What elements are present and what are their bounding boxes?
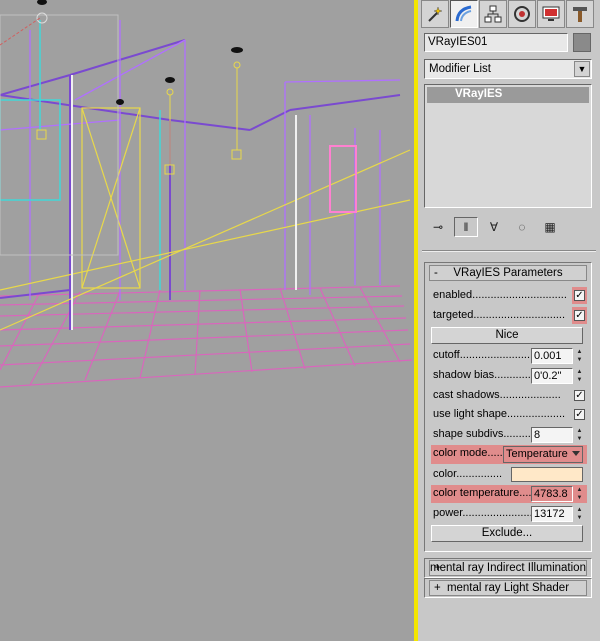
stack-toolbar: ⊸ ‖ ∀ ◌ ▦ <box>426 216 592 238</box>
create-tab[interactable] <box>421 0 449 28</box>
shape-subdivs-spinner[interactable]: ▲ ▼ <box>575 427 584 443</box>
cast-shadows-label: cast shadows.................... <box>433 389 561 401</box>
enabled-row: enabled............................... ✓ <box>431 287 587 304</box>
shadow-bias-label: shadow bias............ <box>433 369 531 381</box>
motion-icon <box>514 6 530 22</box>
color-row: color............... <box>431 466 587 483</box>
cast-shadows-checkbox[interactable]: ✓ <box>574 390 585 401</box>
exclude-button[interactable]: Exclude... <box>431 525 583 542</box>
cast-shadows-row: cast shadows.................... ✓ <box>431 387 587 404</box>
cutoff-input[interactable]: 0.001 <box>531 348 573 364</box>
color-label: color............... <box>433 468 503 480</box>
cutoff-row: cutoff......................... 0.001 ▲ ▼ <box>431 347 587 364</box>
expand-icon: + <box>434 562 441 574</box>
show-end-result-icon[interactable]: ‖ <box>454 217 478 237</box>
power-input[interactable]: 13172 <box>531 506 573 522</box>
targeted-checkbox[interactable]: ✓ <box>574 310 585 321</box>
modifier-list-dropdown[interactable]: Modifier List ▼ <box>424 59 592 79</box>
rollout-title: mental ray Indirect Illumination <box>430 562 586 574</box>
power-label: power........................... <box>433 507 545 519</box>
use-light-shape-row: use light shape................... ✓ <box>431 406 587 423</box>
rollout-title: mental ray Light Shader <box>446 582 570 594</box>
display-icon <box>542 6 560 21</box>
cutoff-spinner[interactable]: ▲ ▼ <box>575 348 584 364</box>
chevron-down-icon <box>572 451 580 456</box>
color-temperature-row: color temperature..... 4783.8 ▲ ▼ <box>431 485 587 503</box>
perspective-viewport[interactable] <box>0 0 414 641</box>
mental-ray-indirect-rollout: + mental ray Indirect Illumination <box>424 558 592 578</box>
mental-ray-light-shader-rollout: + mental ray Light Shader <box>424 578 592 598</box>
divider <box>422 250 596 252</box>
command-panel-tabs <box>421 0 598 30</box>
command-panel: VRayIES01 Modifier List ▼ VRayIES ⊸ ‖ ∀ … <box>418 0 600 641</box>
color-temperature-input[interactable]: 4783.8 <box>531 486 573 502</box>
modify-icon <box>455 5 472 22</box>
create-icon <box>428 6 443 22</box>
targeted-label: targeted.............................. <box>433 309 566 321</box>
shadow-bias-spinner[interactable]: ▲ ▼ <box>575 368 584 384</box>
power-row: power........................... 13172 ▲… <box>431 505 587 522</box>
cutoff-label: cutoff......................... <box>433 349 537 361</box>
enabled-checkbox[interactable]: ✓ <box>574 290 585 301</box>
vrayies-parameters-rollout: - VRayIES Parameters enabled............… <box>424 262 592 552</box>
object-color-swatch[interactable] <box>573 33 591 52</box>
stack-item-vrayies[interactable]: VRayIES <box>427 87 589 103</box>
use-light-shape-label: use light shape................... <box>433 408 566 420</box>
use-light-shape-checkbox[interactable]: ✓ <box>574 409 585 420</box>
utilities-icon <box>573 7 587 22</box>
shadow-bias-input[interactable]: 0'0.2" <box>531 368 573 384</box>
rollout-header[interactable]: + mental ray Light Shader <box>429 580 587 596</box>
motion-tab[interactable] <box>508 0 536 28</box>
modifier-stack[interactable]: VRayIES <box>424 84 592 208</box>
nice-button[interactable]: Nice <box>431 327 583 344</box>
enabled-label: enabled............................... <box>433 289 567 301</box>
chevron-down-icon[interactable]: ▼ <box>574 61 590 77</box>
collapse-icon: - <box>434 267 438 279</box>
shadow-bias-row: shadow bias............ 0'0.2" ▲ ▼ <box>431 367 587 384</box>
color-mode-row: color mode..... Temperature <box>431 445 587 464</box>
modify-tab[interactable] <box>450 0 478 28</box>
utilities-tab[interactable] <box>566 0 594 28</box>
hierarchy-tab[interactable] <box>479 0 507 28</box>
expand-icon: + <box>434 582 441 594</box>
modifier-list-label: Modifier List <box>429 63 491 75</box>
shape-subdivs-label: shape subdivs......... <box>433 428 531 440</box>
color-mode-label: color mode..... <box>433 447 503 459</box>
object-name-field[interactable]: VRayIES01 <box>424 33 568 52</box>
shape-subdivs-row: shape subdivs......... 8 ▲ ▼ <box>431 426 587 443</box>
color-mode-value: Temperature <box>506 448 568 460</box>
rollout-title: VRayIES Parameters <box>453 267 563 279</box>
pin-stack-icon[interactable]: ⊸ <box>426 217 450 237</box>
wireframe-scene <box>0 0 413 388</box>
rollout-header[interactable]: - VRayIES Parameters <box>429 265 587 281</box>
color-temperature-label: color temperature..... <box>433 487 535 499</box>
color-temperature-spinner[interactable]: ▲ ▼ <box>575 486 584 502</box>
hierarchy-icon <box>484 5 502 23</box>
display-tab[interactable] <box>537 0 565 28</box>
targeted-row: targeted.............................. ✓ <box>431 307 587 324</box>
remove-modifier-icon[interactable]: ◌ <box>510 217 534 237</box>
rollout-header[interactable]: + mental ray Indirect Illumination <box>429 560 587 576</box>
configure-sets-icon[interactable]: ▦ <box>538 217 562 237</box>
power-spinner[interactable]: ▲ ▼ <box>575 506 584 522</box>
make-unique-icon[interactable]: ∀ <box>482 217 506 237</box>
shape-subdivs-input[interactable]: 8 <box>531 427 573 443</box>
color-swatch[interactable] <box>511 467 583 482</box>
color-mode-dropdown[interactable]: Temperature <box>503 446 583 463</box>
